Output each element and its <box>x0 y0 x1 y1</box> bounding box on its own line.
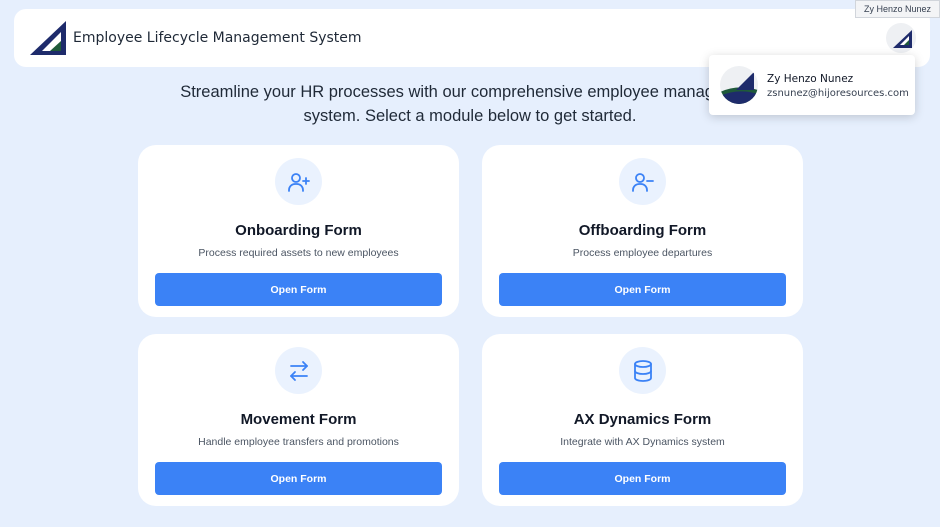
card-title: Movement Form <box>240 411 357 428</box>
card-description: Process employee departures <box>572 247 713 259</box>
user-tooltip: Zy Henzo Nunez <box>854 0 940 18</box>
company-logo <box>30 21 66 55</box>
open-movement-form-button[interactable]: Open Form <box>155 462 442 495</box>
user-minus-icon <box>619 158 666 205</box>
card-description: Integrate with AX Dynamics system <box>560 436 725 448</box>
ax-dynamics-card: AX Dynamics Form Integrate with AX Dynam… <box>482 334 803 506</box>
card-title: Onboarding Form <box>235 222 362 239</box>
avatar-logo-icon <box>720 72 758 104</box>
user-plus-icon <box>275 158 322 205</box>
intro-text: Streamline your HR processes with our co… <box>180 83 760 125</box>
profile-name: Zy Henzo Nunez <box>767 73 854 85</box>
profile-dropdown: Zy Henzo Nunez zsnunez@hijoresources.com <box>709 55 915 115</box>
onboarding-card: Onboarding Form Process required assets … <box>138 145 459 317</box>
profile-email: zsnunez@hijoresources.com <box>767 88 909 99</box>
profile-avatar <box>720 66 758 104</box>
card-description: Handle employee transfers and promotions <box>198 436 399 448</box>
user-avatar-button[interactable] <box>886 23 916 53</box>
card-description: Process required assets to new employees <box>198 247 399 259</box>
open-ax-dynamics-form-button[interactable]: Open Form <box>499 462 786 495</box>
offboarding-card: Offboarding Form Process employee depart… <box>482 145 803 317</box>
card-title: Offboarding Form <box>578 222 707 239</box>
arrows-exchange-icon <box>275 347 322 394</box>
app-title: Employee Lifecycle Management System <box>73 30 362 46</box>
open-onboarding-form-button[interactable]: Open Form <box>155 273 442 306</box>
avatar-logo-icon <box>893 30 912 48</box>
card-title: AX Dynamics Form <box>573 411 712 428</box>
movement-card: Movement Form Handle employee transfers … <box>138 334 459 506</box>
open-offboarding-form-button[interactable]: Open Form <box>499 273 786 306</box>
database-icon <box>619 347 666 394</box>
